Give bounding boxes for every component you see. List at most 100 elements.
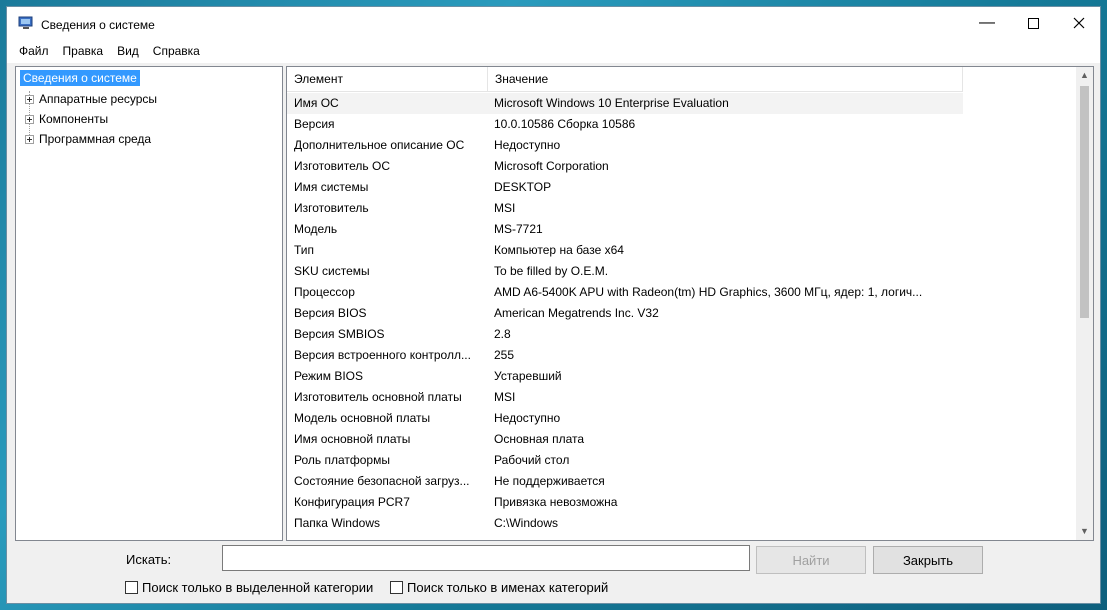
checkbox-label: Поиск только в именах категорий: [407, 580, 609, 595]
table-row[interactable]: Тип Компьютер на базе x64: [287, 240, 963, 261]
cell-item: Папка Windows: [294, 516, 380, 530]
table-row[interactable]: Дополнительное описание ОС Недоступно: [287, 135, 963, 156]
cell-value: Недоступно: [494, 411, 561, 425]
checkbox-label: Поиск только в выделенной категории: [142, 580, 374, 595]
table-row[interactable]: Имя ОС Microsoft Windows 10 Enterprise Ev…: [287, 93, 963, 114]
table-row[interactable]: Папка Windows C:\Windows: [287, 513, 963, 534]
list-header: Элемент Значение: [287, 67, 963, 92]
cell-item: Конфигурация PCR7: [294, 495, 410, 509]
tree-item-label: Компоненты: [39, 112, 109, 126]
cell-item: SKU системы: [294, 264, 370, 278]
cell-item: Модель основной платы: [294, 411, 431, 425]
close-button[interactable]: [1056, 7, 1102, 39]
cell-item: Дополнительное описание ОС: [294, 138, 465, 152]
table-row[interactable]: Модель MS-7721: [287, 219, 963, 240]
table-row[interactable]: Модель основной платы Недоступно: [287, 408, 963, 429]
scroll-up-icon[interactable]: ▲: [1076, 67, 1093, 84]
expand-icon[interactable]: [25, 114, 34, 124]
title-bar[interactable]: Сведения о системе —: [7, 7, 1100, 39]
cell-item: Версия SMBIOS: [294, 327, 385, 341]
tree-item-software-environment[interactable]: Программная среда: [25, 132, 151, 146]
table-row[interactable]: Изготовитель MSI: [287, 198, 963, 219]
cell-item: Версия встроенного контролл...: [294, 348, 471, 362]
cell-value: Компьютер на базе x64: [494, 243, 624, 257]
cell-value: 255: [494, 348, 515, 362]
cell-item: Модель: [294, 222, 338, 236]
checkbox[interactable]: [390, 581, 403, 594]
cell-value: MSI: [494, 390, 516, 404]
cell-value: Привязка невозможна: [494, 495, 618, 509]
table-row[interactable]: SKU системы To be filled by O.E.M.: [287, 261, 963, 282]
table-row[interactable]: Изготовитель ОС Microsoft Corporation: [287, 156, 963, 177]
cell-value: Рабочий стол: [494, 453, 570, 467]
table-row[interactable]: Имя основной платы Основная плата: [287, 429, 963, 450]
scroll-down-icon[interactable]: ▼: [1076, 523, 1093, 540]
cell-item: Процессор: [294, 285, 355, 299]
menu-view[interactable]: Вид: [110, 44, 146, 58]
tree-item-components[interactable]: Компоненты: [25, 112, 108, 126]
column-header-value[interactable]: Значение: [488, 67, 963, 91]
cell-item: Имя системы: [294, 180, 369, 194]
cell-value: Недоступно: [494, 138, 561, 152]
vertical-scrollbar[interactable]: ▲ ▼: [1076, 67, 1093, 540]
cell-item: Изготовитель ОС: [294, 159, 390, 173]
cell-item: Режим BIOS: [294, 369, 364, 383]
scroll-thumb[interactable]: [1080, 86, 1089, 318]
cell-item: Версия BIOS: [294, 306, 367, 320]
tree-item-label: Программная среда: [39, 132, 152, 146]
maximize-button[interactable]: [1010, 7, 1056, 39]
cell-value: Microsoft Windows 10 Enterprise Evaluati…: [494, 96, 729, 110]
tree-item-hardware-resources[interactable]: Аппаратные ресурсы: [25, 92, 157, 106]
tree-item-system-summary[interactable]: Сведения о системе: [20, 70, 140, 86]
menu-bar: Файл Правка Вид Справка: [7, 39, 1100, 63]
cell-item: Изготовитель основной платы: [294, 390, 462, 404]
table-row[interactable]: Версия 10.0.10586 Сборка 10586: [287, 114, 963, 135]
cell-item: Состояние безопасной загруз...: [294, 474, 470, 488]
cell-value: To be filled by O.E.M.: [494, 264, 609, 278]
cell-item: Роль платформы: [294, 453, 390, 467]
option-search-category-names[interactable]: Поиск только в именах категорий: [390, 580, 608, 595]
cell-value: 10.0.10586 Сборка 10586: [494, 117, 636, 131]
search-label: Искать:: [126, 552, 172, 567]
category-tree[interactable]: Сведения о системе Аппаратные ресурсы Ко…: [15, 66, 283, 541]
close-dialog-button[interactable]: Закрыть: [873, 546, 983, 574]
expand-icon[interactable]: [25, 94, 34, 104]
table-row[interactable]: Роль платформы Рабочий стол: [287, 450, 963, 471]
minimize-icon: —: [979, 14, 995, 31]
table-row[interactable]: Конфигурация PCR7 Привязка невозможна: [287, 492, 963, 513]
search-input[interactable]: [222, 545, 750, 571]
cell-value: Устаревший: [494, 369, 562, 383]
table-row[interactable]: Режим BIOS Устаревший: [287, 366, 963, 387]
column-header-item[interactable]: Элемент: [287, 67, 488, 91]
system-info-window: Сведения о системе — Файл Правка Вид Спр…: [6, 6, 1101, 604]
close-icon: [1073, 17, 1085, 29]
checkbox[interactable]: [125, 581, 138, 594]
table-row[interactable]: Изготовитель основной платы MSI: [287, 387, 963, 408]
maximize-icon: [1027, 17, 1039, 29]
table-row[interactable]: Имя системы DESKTOP: [287, 177, 963, 198]
cell-item: Тип: [294, 243, 315, 257]
option-search-selected-category[interactable]: Поиск только в выделенной категории: [125, 580, 373, 595]
cell-value: Не поддерживается: [494, 474, 605, 488]
expand-icon[interactable]: [25, 134, 34, 144]
cell-value: MS-7721: [494, 222, 543, 236]
cell-value: MSI: [494, 201, 516, 215]
menu-file[interactable]: Файл: [12, 44, 56, 58]
table-row[interactable]: Версия BIOS American Megatrends Inc. V32: [287, 303, 963, 324]
cell-item: Имя основной платы: [294, 432, 411, 446]
table-row[interactable]: Процессор AMD A6-5400K APU with Radeon(tm…: [287, 282, 963, 303]
minimize-button[interactable]: —: [964, 7, 1010, 39]
table-row[interactable]: Версия встроенного контролл... 255: [287, 345, 963, 366]
table-row[interactable]: Состояние безопасной загруз... Не поддерж…: [287, 471, 963, 492]
window-title: Сведения о системе: [41, 18, 155, 32]
menu-edit[interactable]: Правка: [56, 44, 111, 58]
cell-value: C:\Windows: [494, 516, 559, 530]
cell-item: Изготовитель: [294, 201, 369, 215]
menu-help[interactable]: Справка: [146, 44, 207, 58]
cell-item: Имя ОС: [294, 96, 339, 110]
find-button[interactable]: Найти: [756, 546, 866, 574]
table-row[interactable]: Версия SMBIOS 2.8: [287, 324, 963, 345]
cell-value: DESKTOP: [494, 180, 552, 194]
details-list[interactable]: Элемент Значение Имя ОС Microsoft Windows…: [286, 66, 1094, 541]
cell-value: Основная плата: [494, 432, 585, 446]
